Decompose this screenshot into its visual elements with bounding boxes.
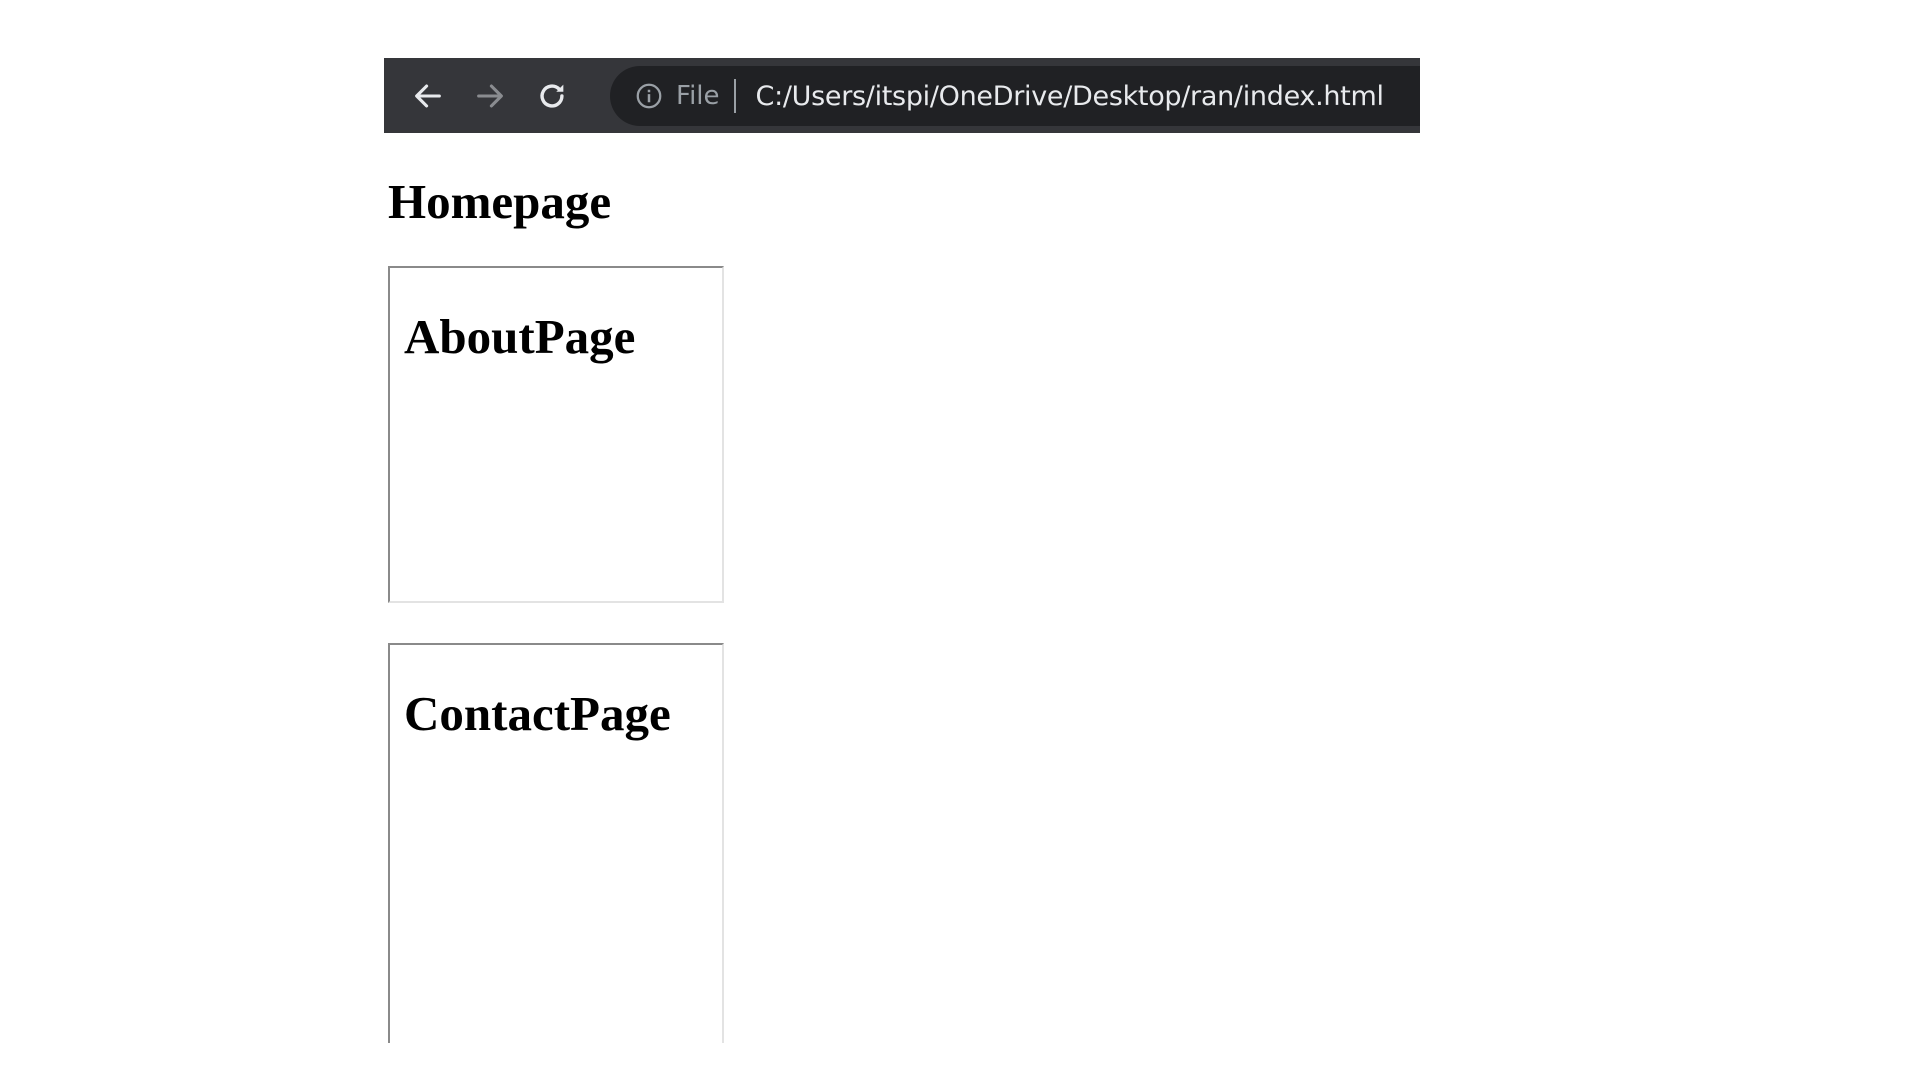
arrow-right-icon [477, 84, 503, 107]
info-icon[interactable] [634, 81, 664, 111]
arrow-left-icon [415, 84, 441, 107]
address-bar[interactable]: File C:/Users/itspi/OneDrive/Desktop/ran… [610, 66, 1420, 126]
contact-frame-title: ContactPage [404, 686, 671, 741]
about-frame-title: AboutPage [404, 309, 636, 364]
scheme-separator [733, 79, 736, 113]
scheme-label: File [676, 81, 720, 111]
contact-iframe[interactable]: ContactPage [388, 643, 724, 1043]
browser-toolbar: File C:/Users/itspi/OneDrive/Desktop/ran… [384, 58, 1420, 133]
page-content: Homepage AboutPage ContactPage [386, 133, 1486, 1043]
page-title: Homepage [388, 174, 612, 229]
forward-button[interactable] [466, 72, 514, 120]
back-button[interactable] [404, 72, 452, 120]
reload-icon [540, 83, 564, 108]
url-text[interactable]: C:/Users/itspi/OneDrive/Desktop/ran/inde… [756, 81, 1384, 112]
reload-button[interactable] [528, 72, 576, 120]
about-iframe[interactable]: AboutPage [388, 266, 724, 603]
